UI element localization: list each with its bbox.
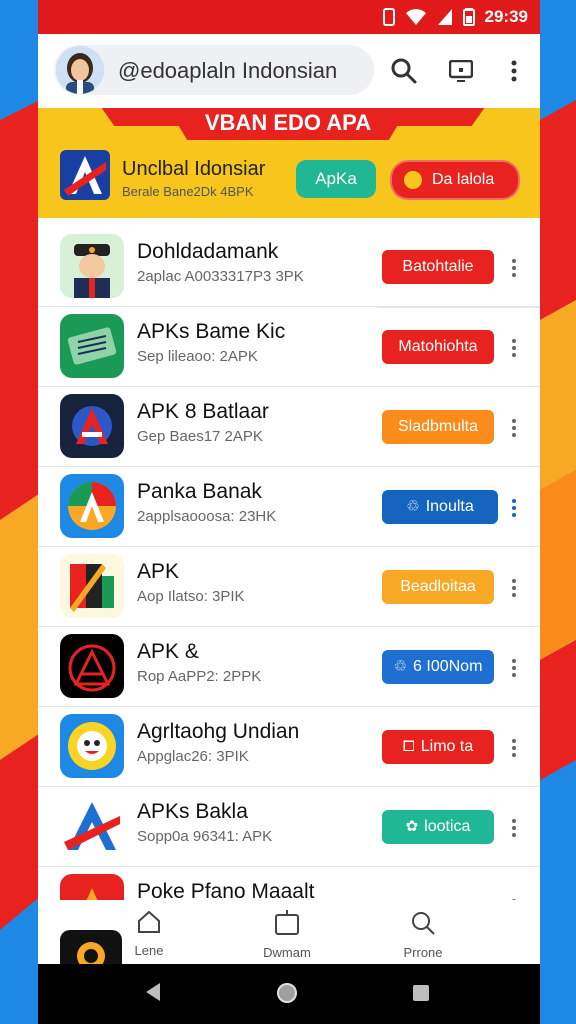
more-vert-icon[interactable]	[506, 414, 522, 442]
search-icon	[391, 58, 417, 84]
list-item[interactable]: Panka Banak 2applsaooosa: 23HK ♲ Inoulta	[38, 468, 540, 547]
nav-download[interactable]: Dwmam	[242, 910, 332, 960]
pilot-app-icon	[60, 234, 124, 298]
app-title: Dohldadamank	[137, 240, 279, 263]
list-item[interactable]: APK 8 Batlaar Gep Baes17 2APK Sladbmulta	[38, 388, 540, 467]
more-vert-icon[interactable]	[506, 494, 522, 522]
banner-download-button[interactable]: Da lalola	[390, 160, 520, 200]
list-item[interactable]: APK Aop Ilatso: 3PIK Beadloitaa	[38, 548, 540, 627]
app-subtitle: 2aplac A0033317P3 3PK	[137, 268, 304, 285]
home-icon	[138, 910, 160, 933]
app-action-button[interactable]: Sladbmulta	[382, 410, 494, 444]
app-title: APKs Bakla	[137, 800, 248, 823]
peeking-app-icon	[60, 930, 122, 964]
list-item[interactable]: Dohldadamank 2aplac A0033317P3 3PK Batoh…	[38, 228, 540, 307]
banner-subtitle: Berale Bane2Dk 4BPK	[122, 184, 254, 199]
more-vert-icon[interactable]	[506, 574, 522, 602]
app-title: Panka Banak	[137, 480, 262, 503]
app-action-button[interactable]: ♲ Inoulta	[382, 490, 498, 524]
search-button[interactable]	[386, 53, 422, 89]
banner-download-label: Da lalola	[432, 171, 495, 188]
flag-app-icon	[60, 554, 124, 618]
colorful-a-app-icon	[60, 474, 124, 538]
install-icon: ✿	[405, 818, 419, 835]
overflow-menu-button[interactable]	[496, 53, 532, 89]
recents-icon	[413, 985, 429, 1001]
install-icon: ⧠	[402, 738, 415, 755]
list-item[interactable]: Agrltaohg Undian Appglac26: 3PIK ⧠ Limo t…	[38, 708, 540, 787]
app-action-button[interactable]: Batohtalie	[382, 250, 494, 284]
more-vert-icon[interactable]	[506, 654, 522, 682]
back-icon	[146, 983, 160, 1001]
app-action-label: 6 I00Nom	[413, 658, 483, 675]
app-subtitle: Appglac26: 3PIK	[137, 748, 249, 765]
gear-a-app-icon	[60, 394, 124, 458]
box-icon	[275, 910, 299, 935]
app-subtitle: Gep Baes17 2APK	[137, 428, 263, 445]
cast-icon	[449, 60, 473, 82]
list-item[interactable]: APKs Bakla Sopp0a 96341: APK ✿ lootica	[38, 788, 540, 867]
phone-screen: 29:39 @edoaplaln Indonsian VBAN EDO APA …	[38, 0, 540, 964]
nav-search-label: Prrone	[403, 945, 443, 960]
search-icon	[412, 912, 435, 935]
app-action-label: lootica	[424, 818, 471, 835]
install-icon: ♲	[406, 498, 420, 515]
search-text: @edoaplaln Indonsian	[118, 58, 338, 83]
app-title: APKs Bame Kic	[137, 320, 286, 343]
apka-button[interactable]: ApKa	[296, 160, 376, 198]
search-field[interactable]: @edoaplaln Indonsian	[54, 45, 374, 95]
app-action-button[interactable]: ♲ 6 I00Nom	[382, 650, 494, 684]
blue-a-app-icon	[60, 794, 124, 858]
battery-icon	[462, 8, 475, 26]
app-action-label: Inoulta	[425, 498, 474, 515]
recents-button[interactable]	[412, 984, 430, 1007]
install-icon: ♲	[393, 658, 408, 675]
app-action-button[interactable]: ✿ lootica	[382, 810, 494, 844]
signal-icon	[437, 9, 452, 25]
more-vert-icon[interactable]	[506, 334, 522, 362]
app-title: APK 8 Batlaar	[137, 400, 269, 423]
app-title: Agrltaohg Undian	[137, 720, 300, 743]
promo-banner: VBAN EDO APA Unclbal Idonsiar Berale Ban…	[38, 108, 540, 218]
vibrate-icon	[382, 8, 395, 26]
more-vert-icon	[511, 60, 517, 82]
nav-download-label: Dwmam	[263, 945, 311, 960]
more-vert-icon[interactable]	[506, 814, 522, 842]
back-button[interactable]	[144, 982, 162, 1007]
status-bar: 29:39	[38, 0, 540, 34]
ticket-app-icon	[60, 314, 124, 378]
list-item[interactable]: APKs Bame Kic Sep lileaoo: 2APK Matohioh…	[38, 308, 540, 387]
system-navigation-bar	[38, 964, 540, 1024]
more-vert-icon[interactable]	[506, 254, 522, 282]
home-circle-icon	[277, 983, 297, 1003]
star-icon	[404, 171, 422, 189]
app-action-button[interactable]: Beadloitaa	[382, 570, 494, 604]
app-subtitle: Sopp0a 96341: APK	[137, 828, 273, 845]
more-vert-icon[interactable]	[506, 734, 522, 762]
triangle-a-app-icon	[60, 634, 124, 698]
banner-title: Unclbal Idonsiar	[122, 158, 266, 180]
status-time: 29:39	[484, 7, 528, 26]
list-item[interactable]: APK & Rop AaPP2: 2PPK ♲ 6 I00Nom	[38, 628, 540, 707]
app-action-button[interactable]: ⧠ Limo ta	[382, 730, 494, 764]
app-subtitle: Rop AaPP2: 2PPK	[137, 668, 262, 685]
app-title: APK	[137, 560, 180, 583]
avatar[interactable]	[56, 46, 104, 94]
nav-search[interactable]: Prrone	[378, 910, 468, 960]
wifi-icon	[405, 9, 426, 25]
home-button[interactable]	[276, 982, 298, 1009]
app-logo-icon	[60, 150, 110, 200]
sun-face-app-icon	[60, 714, 124, 778]
banner-ribbon: VBAN EDO APA	[168, 108, 408, 140]
app-title: APK &	[137, 640, 199, 663]
app-subtitle: Aop Ilatso: 3PIK	[137, 588, 245, 605]
app-subtitle: Sep lileaoo: 2APK	[137, 348, 258, 365]
app-subtitle: 2applsaooosa: 23HK	[137, 508, 277, 525]
app-action-button[interactable]: Matohiohta	[382, 330, 494, 364]
app-action-label: Limo ta	[420, 738, 474, 755]
search-bar: @edoaplaln Indonsian	[38, 34, 540, 108]
cast-button[interactable]	[443, 53, 479, 89]
bottom-navigation: Lene Dwmam Prrone	[38, 900, 540, 964]
